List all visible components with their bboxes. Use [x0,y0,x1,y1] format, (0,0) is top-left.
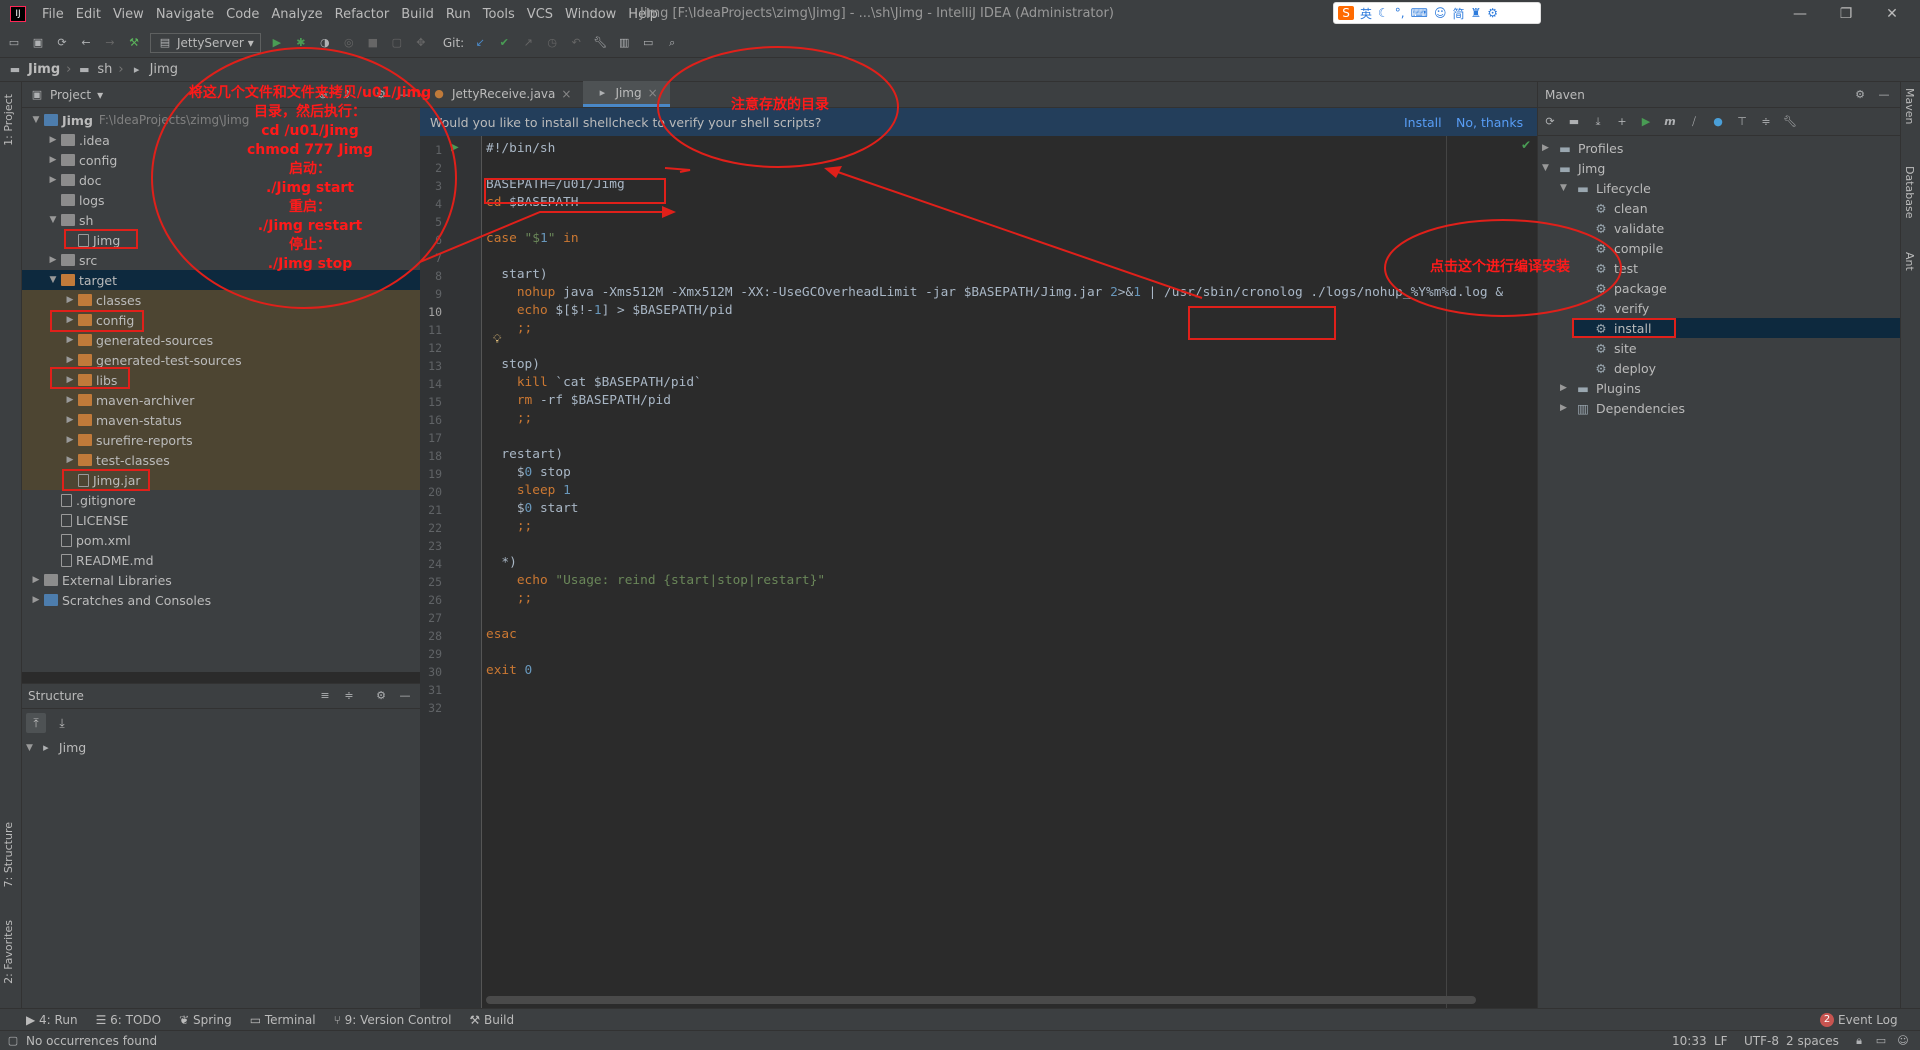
highlight-config [50,310,144,332]
annotation-install-note: 点击这个进行编译安装 [1430,259,1570,275]
annotation-pointer [664,167,691,173]
annotation-line: 将这几个文件和文件夹拷贝/u01/Jimg [188,85,432,101]
annotation-arrow-cronolog [831,169,1203,299]
highlight-libs [50,367,130,389]
annotation-line: 重启： [289,199,331,215]
annotation-arrowhead [662,206,676,218]
annotation-copy-note: 将这几个文件和文件夹拷贝/u01/Jimg 目录，然后执行： cd /u01/J… [150,84,470,274]
annotation-dir-note: 注意存放的目录 [731,97,829,113]
highlight-cronolog [1188,306,1336,340]
highlight-sh-jimg [64,229,138,249]
annotation-line: ./Jimg start [266,180,354,196]
annotation-line: chmod 777 Jimg [246,142,374,158]
highlight-install [1572,318,1676,338]
annotation-line: cd /u01/Jimg [261,123,359,139]
highlight-jar [62,469,150,491]
annotation-line: 停止： [289,237,331,253]
annotation-line: 启动： [289,161,331,177]
annotation-line: ./Jimg stop [267,256,353,272]
annotation-line: ./Jimg restart [257,218,363,234]
highlight-basepath [484,178,666,204]
annotation-line: 目录，然后执行： [254,104,366,120]
